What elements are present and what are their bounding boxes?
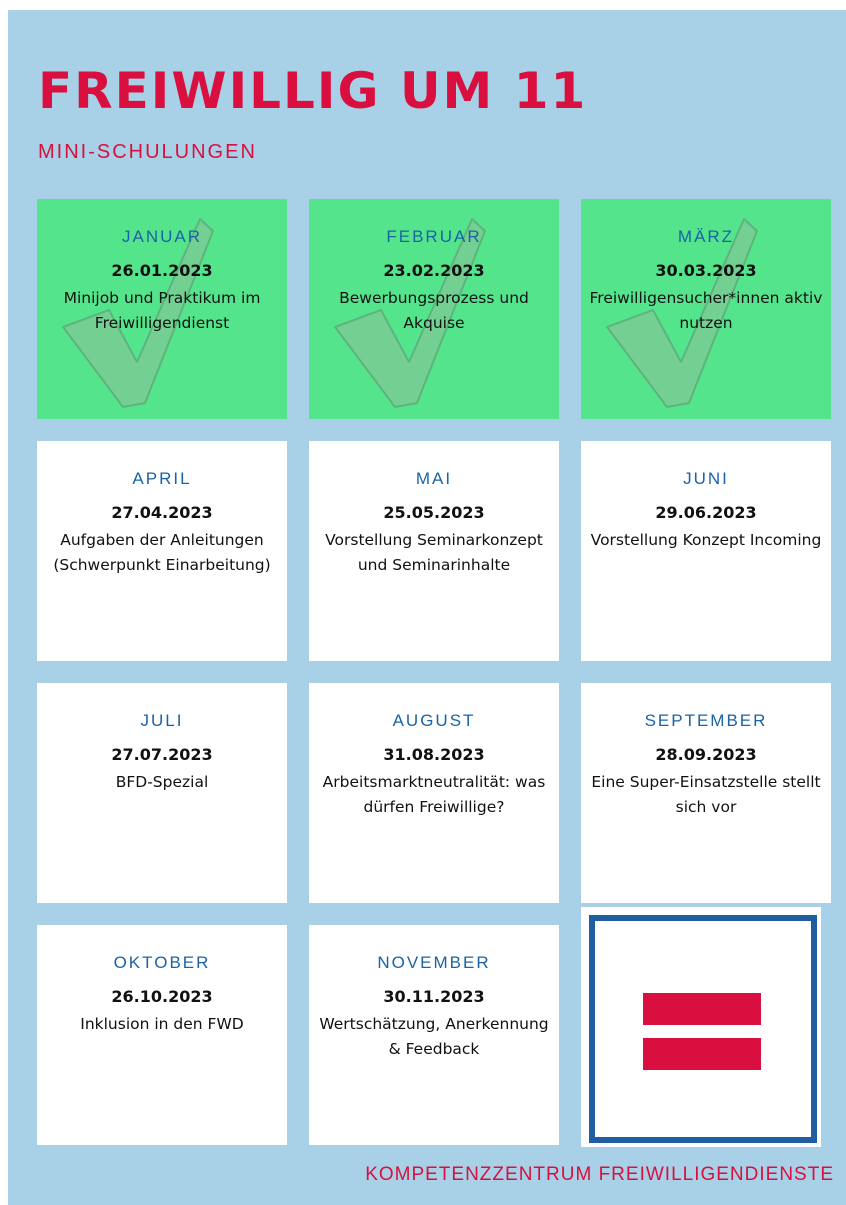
session-topic: Inklusion in den FWD <box>80 1015 244 1033</box>
session-card-juni: JUNI 29.06.2023 Vorstellung Konzept Inco… <box>581 441 831 661</box>
session-card-februar: FEBRUAR 23.02.2023 Bewerbungsprozess und… <box>309 199 559 419</box>
session-date: 28.09.2023 <box>655 745 757 764</box>
session-date: 27.07.2023 <box>111 745 213 764</box>
session-topic: Freiwilligensucher*innen aktiv nutzen <box>589 289 823 332</box>
equals-bar-top <box>643 993 761 1025</box>
session-date: 30.03.2023 <box>655 261 757 280</box>
session-topic: Bewerbungsprozess und Akquise <box>339 289 529 332</box>
page-subtitle: MINI-SCHULUNGEN <box>38 141 257 163</box>
session-month: MÄRZ <box>677 227 735 246</box>
session-date: 23.02.2023 <box>383 261 485 280</box>
session-date: 29.06.2023 <box>655 503 757 522</box>
footer-organization: KOMPETENZZENTRUM FREIWILLIGENDIENSTE <box>365 1164 834 1185</box>
session-card-januar: JANUAR 26.01.2023 Minijob und Praktikum … <box>37 199 287 419</box>
session-card-november: NOVEMBER 30.11.2023 Wertschätzung, Anerk… <box>309 925 559 1145</box>
session-topic: Aufgaben der Anleitungen (Schwerpunkt Ei… <box>53 531 271 574</box>
session-date: 26.10.2023 <box>111 987 213 1006</box>
session-date: 25.05.2023 <box>383 503 485 522</box>
page-title: FREIWILLIG UM 11 <box>38 62 588 120</box>
session-month: OKTOBER <box>113 953 211 972</box>
session-month: FEBRUAR <box>386 227 482 246</box>
session-card-juli: JULI 27.07.2023 BFD-Spezial <box>37 683 287 903</box>
session-topic: Wertschätzung, Anerkennung & Feedback <box>319 1015 549 1058</box>
equals-bar-bottom <box>643 1038 761 1070</box>
session-month: AUGUST <box>392 711 476 730</box>
session-month: JUNI <box>683 469 729 488</box>
session-date: 27.04.2023 <box>111 503 213 522</box>
session-card-oktober: OKTOBER 26.10.2023 Inklusion in den FWD <box>37 925 287 1145</box>
session-card-september: SEPTEMBER 28.09.2023 Eine Super-Einsatzs… <box>581 683 831 903</box>
session-month: JULI <box>140 711 184 730</box>
session-topic: BFD-Spezial <box>115 773 209 791</box>
session-date: 26.01.2023 <box>111 261 213 280</box>
session-month: MAI <box>415 469 453 488</box>
session-month: APRIL <box>132 469 192 488</box>
session-card-maerz: MÄRZ 30.03.2023 Freiwilligensucher*innen… <box>581 199 831 419</box>
equals-logo <box>581 907 821 1147</box>
session-topic: Arbeitsmarktneutralität: was dürfen Frei… <box>322 773 546 816</box>
session-topic: Eine Super-Einsatzstelle stellt sich vor <box>591 773 821 816</box>
session-month: NOVEMBER <box>377 953 491 972</box>
session-date: 30.11.2023 <box>383 987 485 1006</box>
session-topic: Vorstellung Seminarkonzept und Seminarin… <box>325 531 543 574</box>
session-topic: Minijob und Praktikum im Freiwilligendie… <box>63 289 261 332</box>
equals-logo-frame <box>589 915 817 1143</box>
session-topic: Vorstellung Konzept Incoming <box>590 531 822 549</box>
session-month: JANUAR <box>121 227 202 246</box>
session-card-april: APRIL 27.04.2023 Aufgaben der Anleitunge… <box>37 441 287 661</box>
session-date: 31.08.2023 <box>383 745 485 764</box>
session-card-mai: MAI 25.05.2023 Vorstellung Seminarkonzep… <box>309 441 559 661</box>
session-month: SEPTEMBER <box>644 711 768 730</box>
session-card-august: AUGUST 31.08.2023 Arbeitsmarktneutralitä… <box>309 683 559 903</box>
